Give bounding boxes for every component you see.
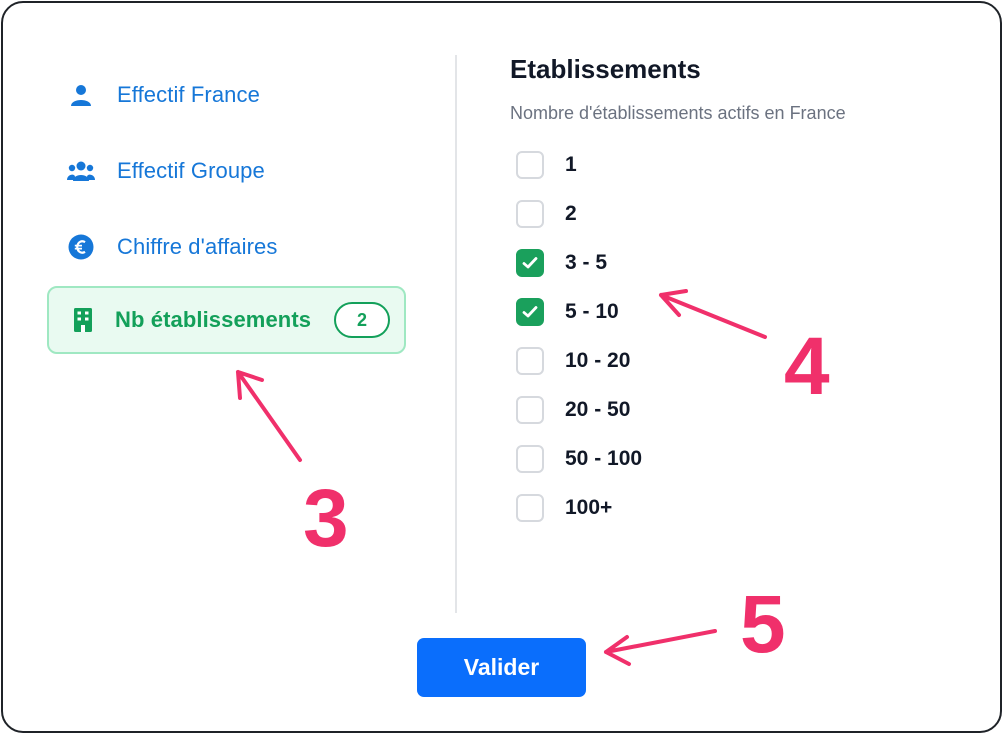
annotation-step-4: 4 [784, 321, 830, 412]
option-row[interactable]: 20 - 50 [516, 395, 630, 425]
option-row[interactable]: 5 - 10 [516, 297, 619, 327]
option-label: 50 - 100 [565, 447, 643, 470]
option-label: 3 - 5 [565, 251, 608, 274]
sidebar-item-label: Effectif France [117, 82, 260, 107]
checkbox[interactable] [516, 298, 544, 326]
option-label: 10 - 20 [565, 349, 631, 372]
panel-title: Etablissements [510, 54, 701, 84]
group-icon [67, 157, 95, 185]
sidebar-item-label: Chiffre d'affaires [117, 234, 278, 259]
option-row[interactable]: 100+ [516, 493, 612, 523]
sidebar-item-label: Nb établissements [115, 307, 312, 332]
option-row[interactable]: 3 - 5 [516, 248, 607, 278]
sidebar-item-chiffre-affaires[interactable]: Chiffre d'affaires [47, 213, 406, 281]
sidebar-item-effectif-groupe[interactable]: Effectif Groupe [47, 137, 406, 205]
euro-icon [67, 233, 95, 261]
checkbox[interactable] [516, 445, 544, 473]
checkmark-icon [522, 306, 538, 318]
option-row[interactable]: 1 [516, 150, 577, 180]
panel-subtitle: Nombre d'établissements actifs en France [510, 103, 846, 123]
option-row[interactable]: 2 [516, 199, 577, 229]
option-row[interactable]: 50 - 100 [516, 444, 642, 474]
annotation-step-5: 5 [740, 579, 786, 670]
dialog-frame: Effectif France Effectif Groupe Chiffre … [1, 1, 1002, 733]
option-row[interactable]: 10 - 20 [516, 346, 630, 376]
option-label: 100+ [565, 496, 613, 519]
option-label: 1 [565, 153, 577, 176]
checkmark-icon [522, 257, 538, 269]
checkbox[interactable] [516, 347, 544, 375]
annotation-step-3: 3 [303, 473, 349, 564]
checkbox[interactable] [516, 151, 544, 179]
checkbox[interactable] [516, 249, 544, 277]
checkbox[interactable] [516, 494, 544, 522]
option-label: 2 [565, 202, 577, 225]
checkbox[interactable] [516, 396, 544, 424]
vertical-divider [455, 55, 457, 613]
validate-button[interactable]: Valider [417, 638, 586, 697]
option-label: 20 - 50 [565, 398, 631, 421]
sidebar-item-nb-etablissements[interactable]: Nb établissements 2 [47, 286, 406, 354]
checkbox[interactable] [516, 200, 544, 228]
sidebar-item-effectif-france[interactable]: Effectif France [47, 61, 406, 129]
option-label: 5 - 10 [565, 300, 619, 323]
selection-count-badge: 2 [334, 302, 390, 338]
sidebar-item-label: Effectif Groupe [117, 158, 265, 183]
building-icon [69, 306, 97, 334]
person-icon [67, 81, 95, 109]
